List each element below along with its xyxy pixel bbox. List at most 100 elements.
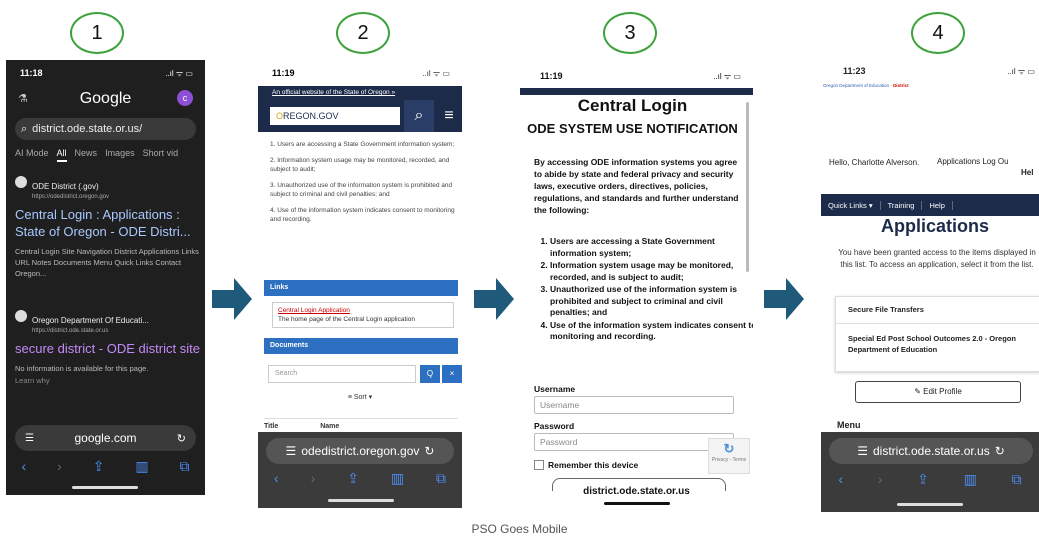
ode-banner-district: District [893, 83, 909, 88]
address-bar[interactable]: district.ode.state.or.us [520, 486, 753, 497]
password-field[interactable]: Password [534, 433, 734, 451]
page-settings-icon[interactable]: ☰ [286, 444, 297, 458]
top-nav-links[interactable]: Applications Log Ou [937, 157, 1009, 166]
step-number: 3 [624, 21, 636, 44]
result-description: Central Login Site Navigation District A… [15, 247, 199, 278]
column-name[interactable]: Name [320, 423, 339, 430]
result-url: https://district.ode.state.or.us [32, 328, 109, 334]
site-favicon-icon [15, 176, 27, 188]
menu-icon[interactable]: ≡ [438, 100, 460, 132]
remember-label: Remember this device [548, 460, 639, 470]
result-title-link[interactable]: secure district - ODE district site [15, 340, 201, 357]
notice-item: 4. Use of the information system indicat… [270, 207, 455, 223]
reload-icon[interactable]: ↻ [995, 444, 1005, 458]
avatar[interactable]: c [177, 90, 193, 106]
share-icon[interactable]: ⇪ [347, 470, 359, 487]
arrow-right-icon [474, 278, 514, 320]
phone-google-search: 11:18 ..ıl ᯤ ▭ ⚗ Google c ⌕ district.ode… [6, 60, 205, 495]
help-link[interactable]: Hel [1021, 168, 1033, 177]
reload-icon[interactable]: ↻ [177, 432, 186, 445]
result-url: https://odedistrict.oregon.gov [32, 194, 110, 200]
sort-dropdown[interactable]: ≡ Sort ▾ [258, 393, 462, 401]
google-logo: Google [79, 90, 132, 107]
forward-icon[interactable]: › [878, 471, 883, 488]
back-icon[interactable]: ‹ [21, 458, 26, 475]
tabs-icon[interactable]: ⧉ [180, 458, 190, 475]
gov-banner: An official website of the State of Oreg… [258, 86, 462, 100]
reload-icon[interactable]: ↻ [424, 444, 434, 458]
remember-device-checkbox[interactable]: Remember this device [534, 460, 638, 470]
search-input[interactable]: ⌕ district.ode.state.or.us/ [15, 118, 196, 140]
status-icons: ..ıl ᯤ ▭ [422, 69, 450, 78]
status-time: 11:19 [272, 68, 295, 78]
column-title[interactable]: Title [264, 423, 278, 430]
recaptcha-icon: ↻ [723, 441, 735, 456]
username-field[interactable]: Username [534, 396, 734, 414]
address-text: google.com [74, 431, 137, 445]
address-bar[interactable]: ☰ odedistrict.oregon.gov ↻ [266, 438, 454, 464]
result-site: ODE District (.gov) [32, 182, 99, 191]
divider [836, 323, 1039, 324]
page-settings-icon[interactable]: ☰ [25, 433, 34, 444]
learn-why-link[interactable]: Learn why [15, 375, 201, 386]
tabs-icon[interactable]: ⧉ [436, 470, 446, 487]
search-result: Oregon Department Of Educati... https://… [15, 310, 201, 386]
links-header: Links [264, 280, 458, 296]
step-1-circle: 1 [70, 12, 124, 54]
applications-description: You have been granted access to the item… [838, 248, 1036, 269]
gov-banner-link[interactable]: An official website of the State of Oreg… [272, 89, 395, 96]
list-item: Information system usage may be monitore… [550, 260, 753, 283]
recaptcha-badge[interactable]: ↻ Privacy - Terms [708, 438, 750, 474]
search-value: district.ode.state.or.us/ [32, 123, 143, 135]
documents-header: Documents [264, 338, 458, 354]
tab-all[interactable]: All [56, 148, 67, 162]
notification-list: Users are accessing a State Government i… [534, 236, 753, 344]
central-login-link[interactable]: Central Login Application [278, 306, 448, 315]
quick-links-bar: Quick Links ▾ Training Help [821, 194, 1039, 216]
address-bar[interactable]: ☰ google.com ↻ [15, 425, 196, 451]
share-icon[interactable]: ⇪ [93, 458, 105, 475]
list-item[interactable]: Secure File Transfers [848, 305, 924, 314]
ode-banner: Oregon Department of Education - Distric… [823, 83, 909, 88]
result-title-link[interactable]: Central Login : Applications : State of … [15, 206, 201, 240]
search-input[interactable]: Search [268, 365, 416, 383]
bookmarks-icon[interactable]: ▥ [964, 471, 977, 488]
status-time: 11:23 [843, 66, 866, 76]
tab-news[interactable]: News [75, 148, 98, 158]
forward-icon[interactable]: › [311, 470, 316, 487]
tab-images[interactable]: Images [105, 148, 135, 158]
site-header [520, 88, 753, 95]
link-description: The home page of the Central Login appli… [278, 316, 415, 323]
clear-button[interactable]: × [442, 365, 462, 383]
status-time: 11:18 [20, 68, 43, 78]
quick-links-dropdown[interactable]: Quick Links ▾ [821, 200, 881, 210]
address-bar[interactable]: ☰ district.ode.state.or.us ↻ [829, 438, 1033, 464]
step-4-circle: 4 [911, 12, 965, 54]
page-settings-icon[interactable]: ☰ [857, 444, 868, 458]
step-number: 1 [91, 21, 103, 44]
password-label: Password [534, 421, 575, 431]
result-site: Oregon Department Of Educati... [32, 316, 149, 325]
search-button[interactable]: Q [420, 365, 440, 383]
greeting: Hello, Charlotte Alverson. [829, 158, 920, 167]
list-item[interactable]: Special Ed Post School Outcomes 2.0 - Or… [848, 333, 1038, 355]
help-menu-link[interactable]: Help [922, 200, 953, 210]
tab-short-videos[interactable]: Short vid [143, 148, 179, 158]
phone-odedistrict-site: 11:19 ..ıl ᯤ ▭ An official website of th… [258, 60, 462, 508]
back-icon[interactable]: ‹ [838, 471, 843, 488]
tabs-icon[interactable]: ⧉ [1012, 471, 1022, 488]
edit-profile-button[interactable]: ✎ Edit Profile [855, 381, 1021, 403]
bookmarks-icon[interactable]: ▥ [391, 470, 404, 487]
forward-icon[interactable]: › [57, 458, 62, 475]
result-description: No information is available for this pag… [15, 364, 149, 373]
bookmarks-icon[interactable]: ▥ [135, 458, 148, 475]
page-title: Central Login [577, 96, 688, 115]
back-icon[interactable]: ‹ [274, 470, 279, 487]
oregon-gov-logo[interactable]: OREGON.GOV [270, 107, 400, 125]
training-link[interactable]: Training [881, 200, 923, 210]
status-icons: ..ıl ᯤ ▭ [1007, 67, 1035, 76]
address-text: odedistrict.oregon.gov [301, 444, 420, 458]
share-icon[interactable]: ⇪ [917, 471, 929, 488]
search-icon[interactable]: ⌕ [404, 100, 434, 132]
tab-ai-mode[interactable]: AI Mode [15, 148, 49, 158]
